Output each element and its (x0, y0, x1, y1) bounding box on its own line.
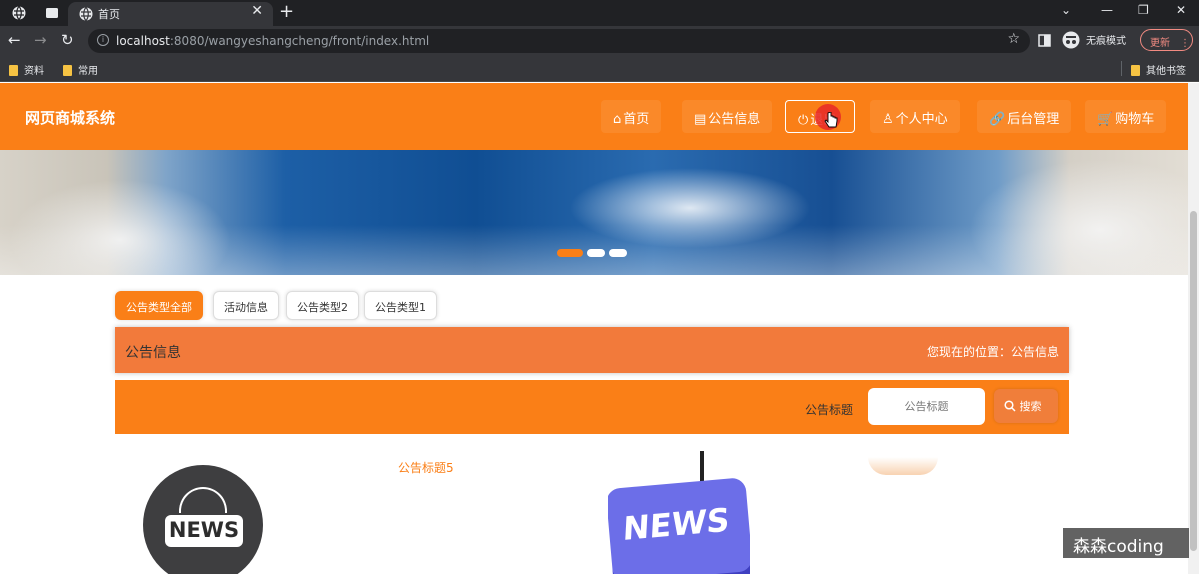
power-icon: ⏻ (798, 113, 809, 128)
back-icon[interactable]: ← (8, 31, 21, 49)
minimize-icon[interactable]: — (1101, 3, 1113, 17)
news-thumbnail-2[interactable]: NEWS (608, 451, 750, 574)
bookmarks-bar: 资料 常用 其他书签 (0, 56, 1199, 82)
nav-profile[interactable]: ♙ 个人中心 (870, 100, 960, 133)
tab-search-icon[interactable] (44, 5, 60, 21)
carousel-dot-3[interactable] (609, 249, 627, 257)
cart-icon: 🛒 (1097, 112, 1114, 127)
user-icon: ♙ (882, 112, 894, 127)
nav-admin[interactable]: 🔗 后台管理 (977, 100, 1072, 133)
other-bookmarks-label: 其他书签 (1146, 66, 1186, 77)
globe-icon (79, 7, 93, 21)
nav-label: 购物车 (1115, 112, 1155, 127)
home-icon: ⌂ (613, 112, 622, 127)
globe-icon (179, 487, 227, 513)
tab-title: 首页 (98, 8, 120, 21)
update-button[interactable]: 更新 ⋮ (1140, 29, 1193, 51)
search-button-label: 搜索 (1019, 400, 1042, 413)
category-all[interactable]: 公告类型全部 (115, 291, 203, 320)
category-type2[interactable]: 公告类型2 (286, 291, 359, 320)
new-tab-icon[interactable]: + (279, 1, 294, 22)
scrollbar[interactable] (1188, 83, 1199, 574)
section-title: 公告信息 (125, 345, 181, 361)
close-icon[interactable]: ✕ (251, 3, 263, 19)
tab-active[interactable]: 首页 ✕ (68, 2, 273, 26)
category-type1[interactable]: 公告类型1 (364, 291, 437, 320)
search-label: 公告标题 (805, 403, 854, 417)
breadcrumb: 您现在的位置：公告信息 (926, 345, 1059, 359)
other-bookmarks[interactable]: 其他书签 (1131, 62, 1186, 77)
watermark: 森森coding (1063, 528, 1189, 558)
browser-tab-strip: 首页 ✕ + ⌄ — ❐ ✕ (0, 0, 1199, 26)
carousel-dot-2[interactable] (587, 249, 605, 257)
site-title: 网页商城系统 (25, 109, 116, 127)
reload-icon[interactable]: ↻ (61, 31, 74, 49)
address-bar[interactable]: i localhost:8080/wangyeshangcheng/front/… (88, 29, 1030, 53)
news-key-text: NEWS (621, 500, 731, 549)
folder-icon (1131, 65, 1140, 76)
category-activity[interactable]: 活动信息 (213, 291, 279, 320)
link-icon: 🔗 (989, 112, 1006, 127)
news-title-link[interactable]: 公告标题5 (398, 459, 454, 476)
browser-toolbar: ← → ↻ i localhost:8080/wangyeshangcheng/… (0, 26, 1199, 56)
window-close-icon[interactable]: ✕ (1176, 3, 1186, 17)
search-bar: 公告标题 搜索 (115, 380, 1069, 434)
chevron-down-icon[interactable]: ⌄ (1061, 3, 1071, 17)
nav-label: 个人中心 (895, 112, 948, 127)
folder-icon (9, 65, 18, 76)
nav-home[interactable]: ⌂ 首页 (601, 100, 662, 133)
notice-icon: ▤ (694, 112, 707, 127)
hand-cursor-icon (824, 112, 838, 128)
incognito-icon[interactable] (1062, 31, 1080, 49)
restore-icon[interactable]: ❐ (1138, 3, 1149, 17)
nav-label: 公告信息 (708, 112, 761, 127)
info-icon[interactable]: i (97, 34, 109, 46)
carousel-dot-1[interactable] (557, 249, 583, 257)
url-text[interactable]: localhost:8080/wangyeshangcheng/front/in… (116, 34, 429, 48)
search-icon (1004, 400, 1016, 412)
bookmark-label: 资料 (24, 66, 44, 77)
url-path: :8080/wangyeshangcheng/front/index.html (169, 34, 430, 48)
bookmark-star-icon[interactable]: ☆ (1007, 31, 1020, 47)
news-thumb-text: NEWS (165, 515, 243, 547)
nav-notices[interactable]: ▤ 公告信息 (682, 100, 773, 133)
nav-label: 后台管理 (1007, 112, 1060, 127)
url-host: localhost (116, 34, 170, 48)
site-header: 网页商城系统 ⌂首页 ▤公告信息 ⏻退出 ♙个人中心 🔗后台管理 🛒购物车 (0, 83, 1188, 150)
incognito-label: 无痕模式 (1086, 36, 1126, 47)
folder-icon (63, 65, 72, 76)
nav-label: 首页 (623, 112, 650, 127)
bookmark-label: 常用 (78, 66, 98, 77)
divider (1121, 61, 1122, 76)
side-panel-icon[interactable] (1038, 34, 1051, 47)
news-thumbnail-1[interactable]: NEWS (143, 465, 263, 574)
more-icon: ⋮ (1180, 38, 1190, 49)
news-key: NEWS (608, 477, 750, 574)
globe-icon[interactable] (11, 5, 27, 21)
section-header: 公告信息 您现在的位置：公告信息 (115, 327, 1069, 373)
search-input[interactable] (868, 388, 985, 425)
news-thumbnail-3[interactable] (868, 457, 938, 475)
page: 网页商城系统 ⌂首页 ▤公告信息 ⏻退出 ♙个人中心 🔗后台管理 🛒购物车 公告… (0, 83, 1199, 574)
bookmark-folder-1[interactable]: 资料 (9, 62, 44, 77)
forward-icon[interactable]: → (34, 31, 47, 49)
update-label: 更新 (1150, 38, 1170, 49)
bookmark-folder-2[interactable]: 常用 (63, 62, 98, 77)
nav-cart[interactable]: 🛒 购物车 (1085, 100, 1167, 133)
search-button[interactable]: 搜索 (994, 389, 1058, 423)
scroll-thumb[interactable] (1190, 211, 1197, 551)
